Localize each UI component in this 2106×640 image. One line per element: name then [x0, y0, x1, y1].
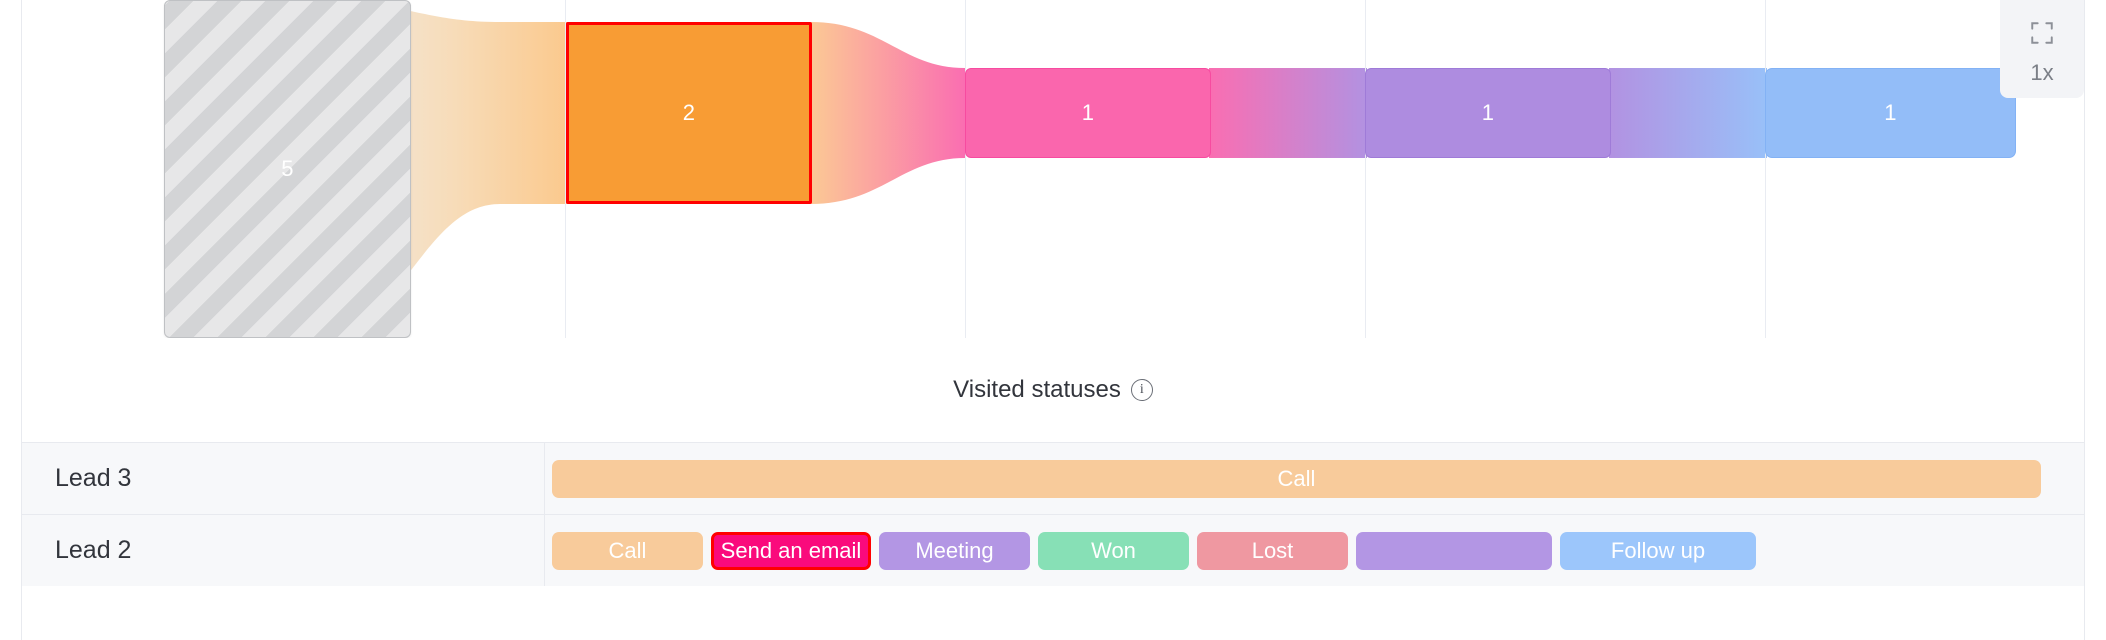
table-row[interactable]: Lead 3 Call	[22, 442, 2084, 514]
sankey-node-call-selected[interactable]: 2	[566, 22, 812, 204]
sankey-link-meeting-follow	[1609, 68, 1767, 158]
sankey-node-meeting-value: 1	[1481, 100, 1495, 125]
status-chip-follow-up[interactable]: Follow up	[1560, 531, 1756, 570]
sankey-node-follow-up-value: 1	[1884, 100, 1897, 125]
status-chip-label: Meeting	[915, 537, 994, 563]
sankey-chart: 5 2 1 1 1	[22, 0, 2084, 338]
zoom-level-label[interactable]: 1x	[2030, 60, 2053, 86]
panel-right-border	[2084, 0, 2085, 640]
sankey-link-call-email	[811, 22, 965, 204]
status-chip-call[interactable]: Call	[552, 531, 703, 570]
fullscreen-expand-icon[interactable]	[2025, 16, 2059, 50]
table-bottom-spacer	[22, 586, 2084, 640]
status-chip-label: Follow up	[1610, 537, 1706, 563]
table-row[interactable]: Lead 2 Call Send an email Meeting Won Lo…	[22, 514, 2084, 586]
status-chip-label: Lost	[1251, 537, 1294, 563]
status-chip-label: Send an email	[720, 537, 862, 563]
status-chip-won[interactable]: Won	[1038, 531, 1189, 570]
sankey-flow-page: 5 2 1 1 1 1x Visited statuses i Lead 3 C…	[0, 0, 2106, 640]
lead-status-table: Lead 3 Call Lead 2 Call Send an email Me…	[22, 442, 2084, 640]
sankey-node-start[interactable]: 5	[164, 0, 411, 338]
sankey-gridline-2	[965, 0, 966, 338]
visited-statuses-label: Visited statuses	[953, 376, 1121, 403]
status-chip-label: Call	[608, 537, 647, 563]
sankey-node-send-an-email[interactable]: 1	[965, 68, 1211, 158]
chart-zoom-panel: 1x	[2000, 0, 2084, 98]
status-chip-lost[interactable]: Lost	[1197, 531, 1348, 570]
status-chip-unlabeled[interactable]	[1356, 531, 1552, 570]
status-chip-label: Call	[1277, 465, 1316, 491]
lead-row-label: Lead 3	[22, 443, 545, 514]
info-circle-icon[interactable]: i	[1130, 379, 1153, 401]
status-chip-call[interactable]: Call	[552, 459, 2041, 498]
sankey-gridline-3	[1365, 0, 1366, 338]
sankey-gridline-4	[1765, 0, 1766, 338]
status-chip-send-an-email[interactable]: Send an email	[711, 531, 871, 570]
sankey-node-start-value: 5	[281, 156, 294, 181]
status-chip-label: Won	[1091, 537, 1136, 563]
sankey-node-follow-up[interactable]: 1	[1765, 68, 2016, 158]
lead-row-label: Lead 2	[22, 515, 545, 586]
sankey-link-email-meeting	[1209, 68, 1367, 158]
sankey-node-send-an-email-value: 1	[1081, 100, 1095, 125]
lead-row-track: Call Send an email Meeting Won Lost Foll…	[545, 515, 2084, 586]
sankey-node-call-value: 2	[682, 100, 696, 125]
visited-statuses-legend: Visited statuses i	[22, 338, 2084, 442]
sankey-node-meeting[interactable]: 1	[1365, 68, 1611, 158]
lead-row-track: Call	[545, 443, 2084, 514]
status-chip-meeting[interactable]: Meeting	[879, 531, 1030, 570]
